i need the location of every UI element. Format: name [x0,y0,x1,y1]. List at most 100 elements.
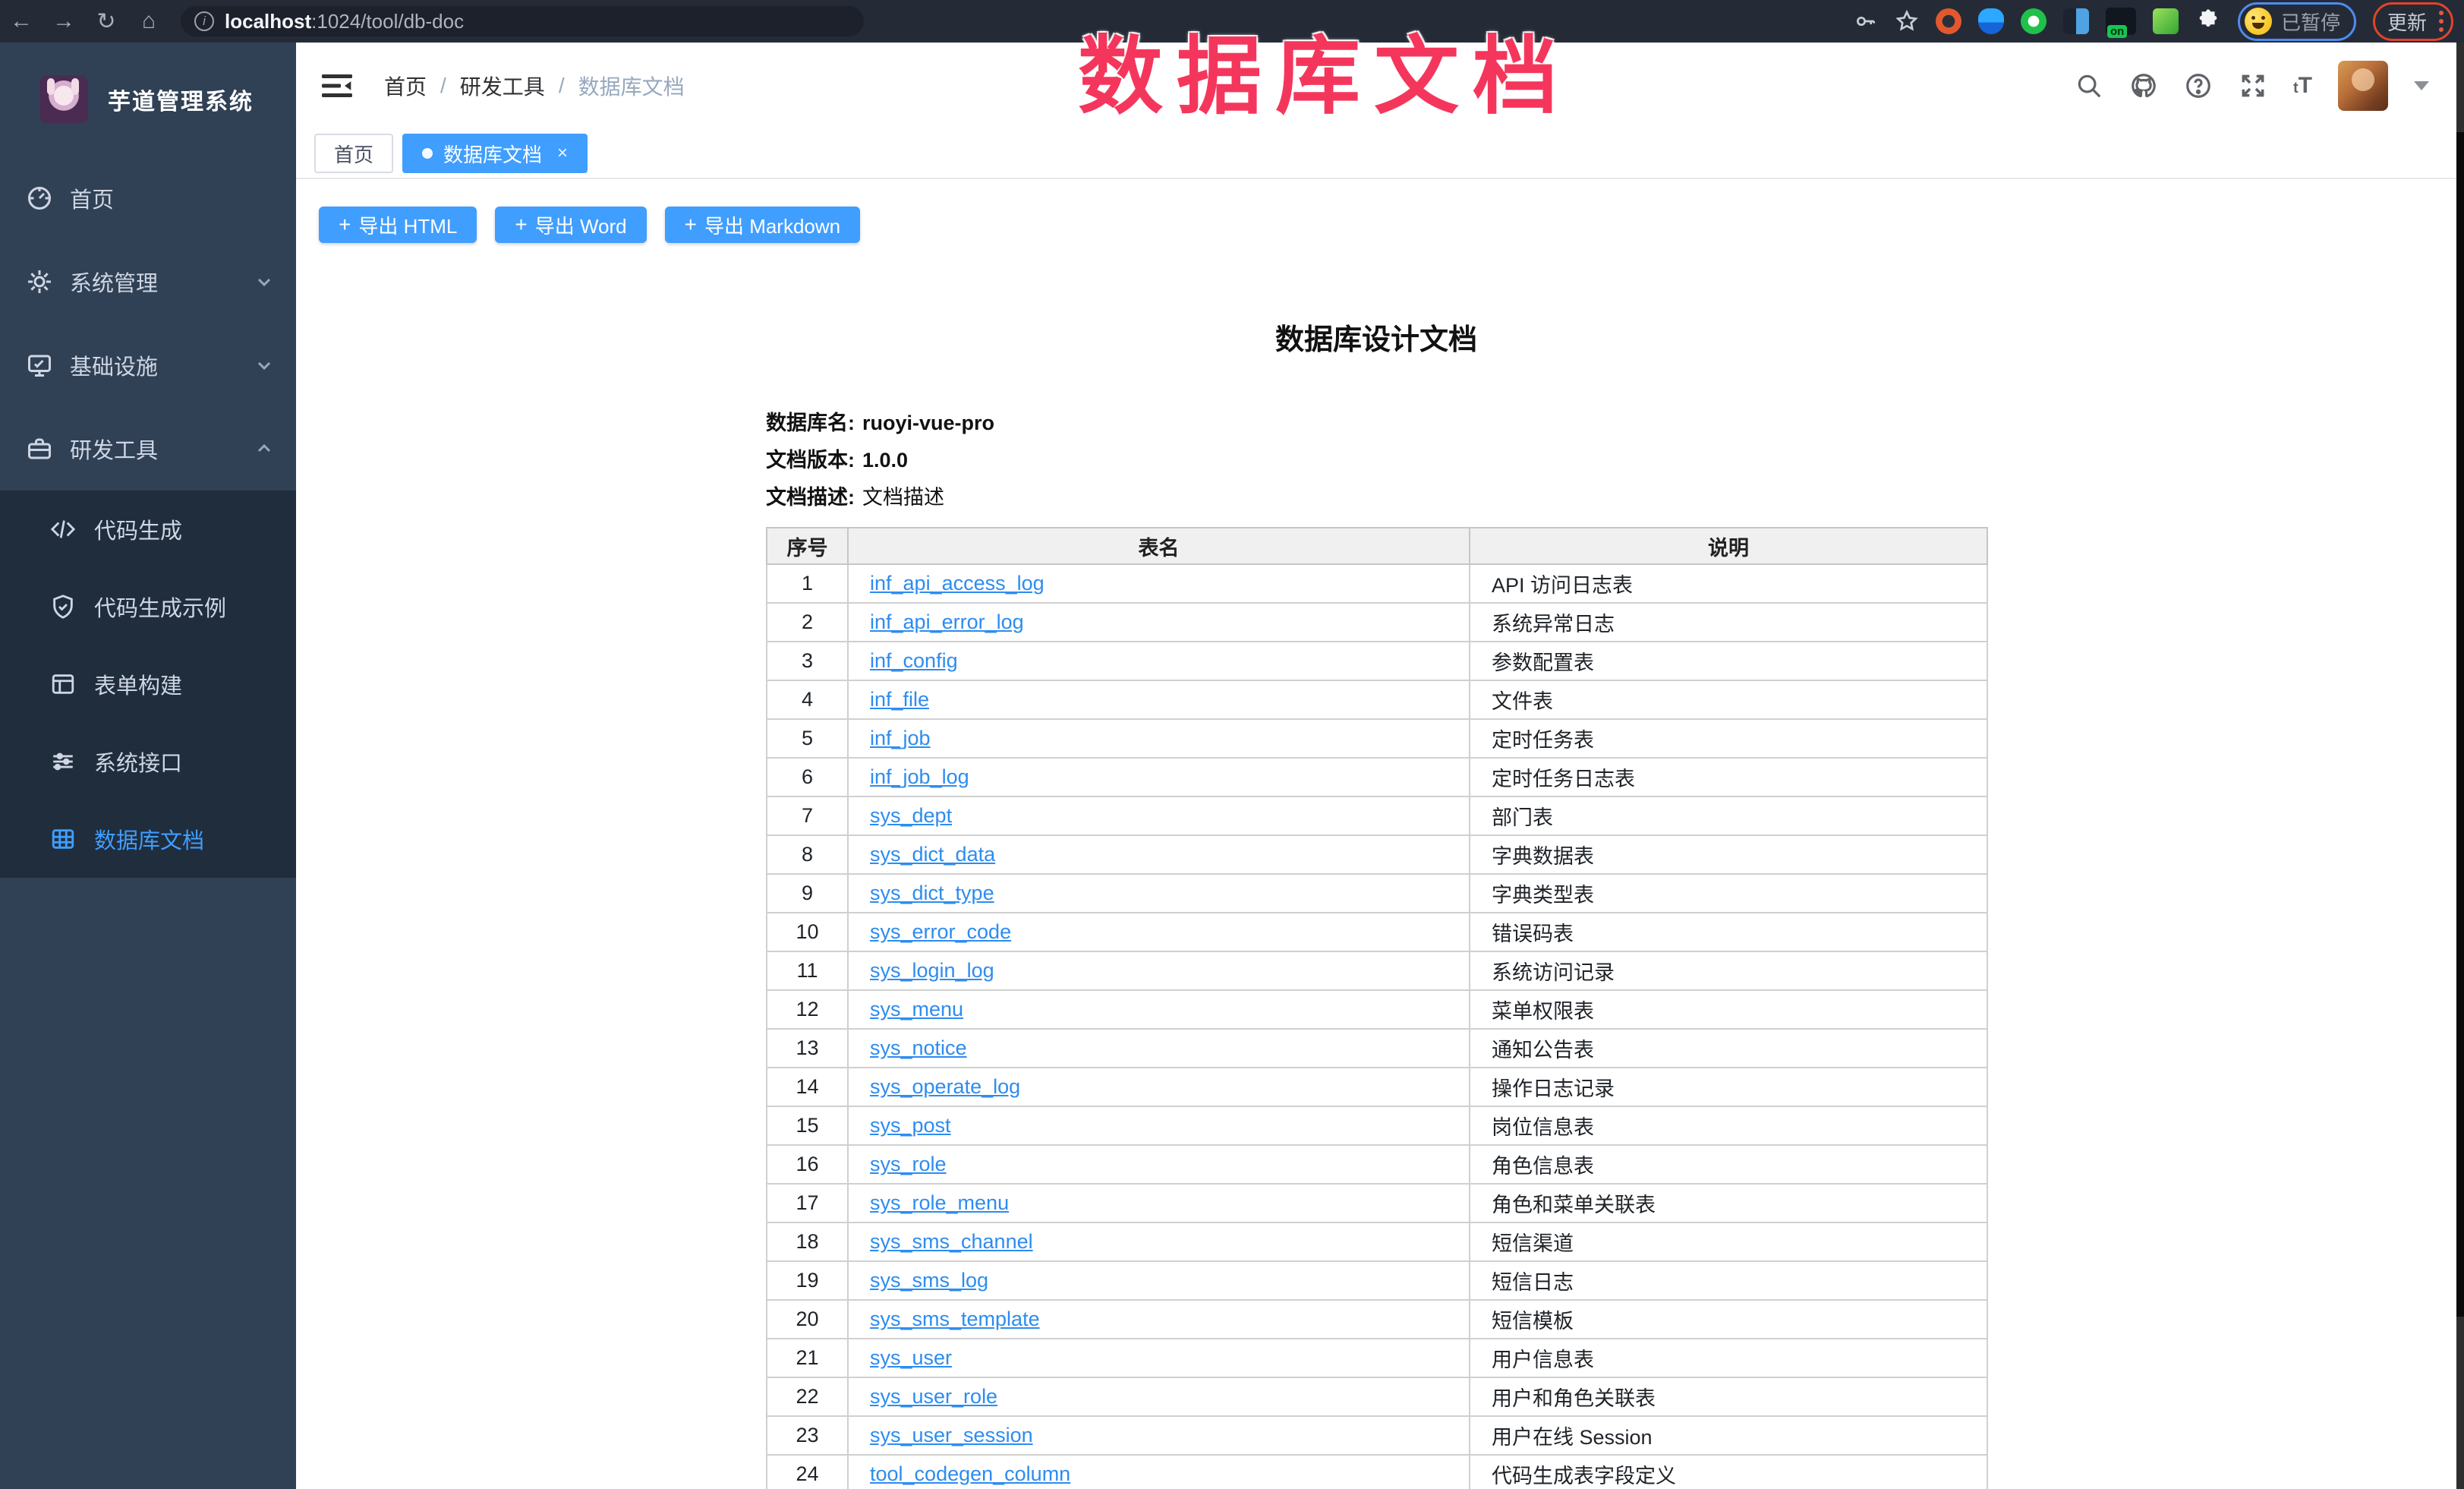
sidebar-item-devtools[interactable]: 研发工具 [0,407,296,491]
table-name-link[interactable]: sys_user_session [870,1424,1033,1446]
table-name-link[interactable]: sys_sms_log [870,1269,988,1292]
table-name-link[interactable]: inf_file [870,688,929,711]
table-name-link[interactable]: sys_sms_channel [870,1230,1033,1253]
table-row: 10sys_error_code错误码表 [767,913,1987,951]
table-name-link[interactable]: sys_dept [870,804,952,827]
table-name-link[interactable]: sys_sms_template [870,1308,1040,1330]
sidebar-item-form-builder[interactable]: 表单构建 [0,645,296,723]
key-icon[interactable] [1854,9,1878,33]
browser-back-button[interactable]: ← [0,0,43,43]
table-name-link[interactable]: sys_user [870,1346,952,1369]
browser-forward-button[interactable]: → [43,0,85,43]
tab-db-doc[interactable]: 数据库文档 × [402,134,588,173]
row-index: 4 [767,680,848,719]
breadcrumb-devtools[interactable]: 研发工具 [460,71,545,101]
fullscreen-icon[interactable] [2239,71,2267,100]
export-toolbar: +导出 HTML +导出 Word +导出 Markdown [296,179,2456,243]
breadcrumb-home[interactable]: 首页 [384,71,427,101]
page-scrollbar[interactable] [2456,43,2464,1489]
address-bar[interactable]: i localhost:1024/tool/db-doc [181,6,864,36]
search-icon[interactable] [2075,71,2103,100]
extension-icon-1[interactable] [1936,8,1961,34]
row-table-desc: 部门表 [1470,797,1987,835]
row-table-name-cell: sys_sms_template [848,1300,1470,1339]
paused-extension-badge[interactable]: 已暂停 [2238,2,2356,41]
table-name-link[interactable]: sys_dict_data [870,843,995,866]
table-name-link[interactable]: inf_config [870,649,958,672]
row-table-name-cell: sys_dept [848,797,1470,835]
table-name-link[interactable]: inf_job_log [870,765,969,788]
row-table-name-cell: sys_user_session [848,1416,1470,1455]
row-table-desc: 字典数据表 [1470,835,1987,874]
extension-icon-on-badge[interactable]: on [2106,8,2136,35]
site-info-icon[interactable]: i [194,11,214,31]
menu-fold-icon[interactable] [322,73,352,99]
export-markdown-button[interactable]: +导出 Markdown [665,207,861,243]
sidebar-item-codegen[interactable]: 代码生成 [0,491,296,568]
browser-update-button[interactable]: 更新 [2373,2,2453,41]
sidebar-item-infra[interactable]: 基础设施 [0,323,296,407]
row-table-desc: 字典类型表 [1470,874,1987,913]
close-tab-icon[interactable]: × [557,143,568,164]
table-name-link[interactable]: sys_post [870,1114,951,1137]
monitor-icon [26,352,53,379]
github-icon[interactable] [2129,71,2158,100]
main-area: 首页 / 研发工具 / 数据库文档 tT 首页 数据库文档 × +导出 HTML [296,43,2456,1489]
row-table-desc: 系统异常日志 [1470,603,1987,642]
table-name-link[interactable]: sys_role_menu [870,1191,1009,1214]
help-icon[interactable] [2184,71,2213,100]
caret-down-icon[interactable] [2414,81,2429,90]
table-name-link[interactable]: sys_operate_log [870,1075,1020,1098]
tab-home[interactable]: 首页 [314,134,393,173]
doc-table-body: 1inf_api_access_logAPI 访问日志表2inf_api_err… [767,564,1987,1489]
table-name-link[interactable]: tool_codegen_column [870,1462,1070,1485]
row-table-desc: 系统访问记录 [1470,951,1987,990]
extension-icon-4[interactable] [2063,8,2089,34]
extension-icon-5[interactable] [2153,8,2179,34]
update-label: 更新 [2387,8,2427,36]
row-index: 18 [767,1222,848,1261]
export-word-button[interactable]: +导出 Word [495,207,646,243]
table-row: 4inf_file文件表 [767,680,1987,719]
sidebar-item-codegen-demo[interactable]: 代码生成示例 [0,568,296,645]
table-name-link[interactable]: sys_dict_type [870,882,994,904]
avatar[interactable] [2338,61,2388,111]
extension-icon-3[interactable] [2021,8,2047,34]
table-name-link[interactable]: sys_error_code [870,920,1011,943]
browser-menu-icon[interactable] [2439,11,2444,32]
table-name-link[interactable]: inf_api_access_log [870,572,1045,595]
sidebar-item-db-doc[interactable]: 数据库文档 [0,800,296,878]
sidebar-item-label: 代码生成示例 [94,591,226,623]
table-name-link[interactable]: sys_notice [870,1036,967,1059]
font-size-icon[interactable]: tT [2293,73,2312,99]
sidebar-item-api[interactable]: 系统接口 [0,723,296,800]
table-name-link[interactable]: sys_user_role [870,1385,997,1408]
row-table-desc: 短信日志 [1470,1261,1987,1300]
scrollbar-thumb[interactable] [2456,132,2464,1317]
sidebar-item-home[interactable]: 首页 [0,156,296,240]
row-index: 21 [767,1339,848,1377]
row-table-name-cell: inf_file [848,680,1470,719]
table-row: 16sys_role角色信息表 [767,1145,1987,1184]
extensions-puzzle-icon[interactable] [2195,8,2221,34]
browser-reload-button[interactable]: ↻ [85,0,128,43]
table-name-link[interactable]: inf_job [870,727,931,749]
export-html-button[interactable]: +导出 HTML [319,207,477,243]
app-logo-row[interactable]: 芋道管理系统 [0,43,296,156]
row-table-name-cell: inf_api_error_log [848,603,1470,642]
sidebar-item-label: 代码生成 [94,513,182,545]
extension-icon-2[interactable] [1978,8,2004,34]
table-name-link[interactable]: sys_role [870,1153,947,1175]
sidebar-item-system[interactable]: 系统管理 [0,240,296,323]
bookmark-star-icon[interactable] [1895,9,1919,33]
browser-home-button[interactable]: ⌂ [128,0,170,43]
app-title: 芋道管理系统 [108,83,254,116]
table-name-link[interactable]: sys_login_log [870,959,994,982]
plus-icon: + [339,214,351,235]
table-name-link[interactable]: sys_menu [870,998,963,1021]
row-table-desc: 用户在线 Session [1470,1416,1987,1455]
meta-doc-version: 文档版本:1.0.0 [766,443,1987,473]
table-name-link[interactable]: inf_api_error_log [870,610,1024,633]
row-table-name-cell: sys_user_role [848,1377,1470,1416]
row-index: 13 [767,1029,848,1068]
